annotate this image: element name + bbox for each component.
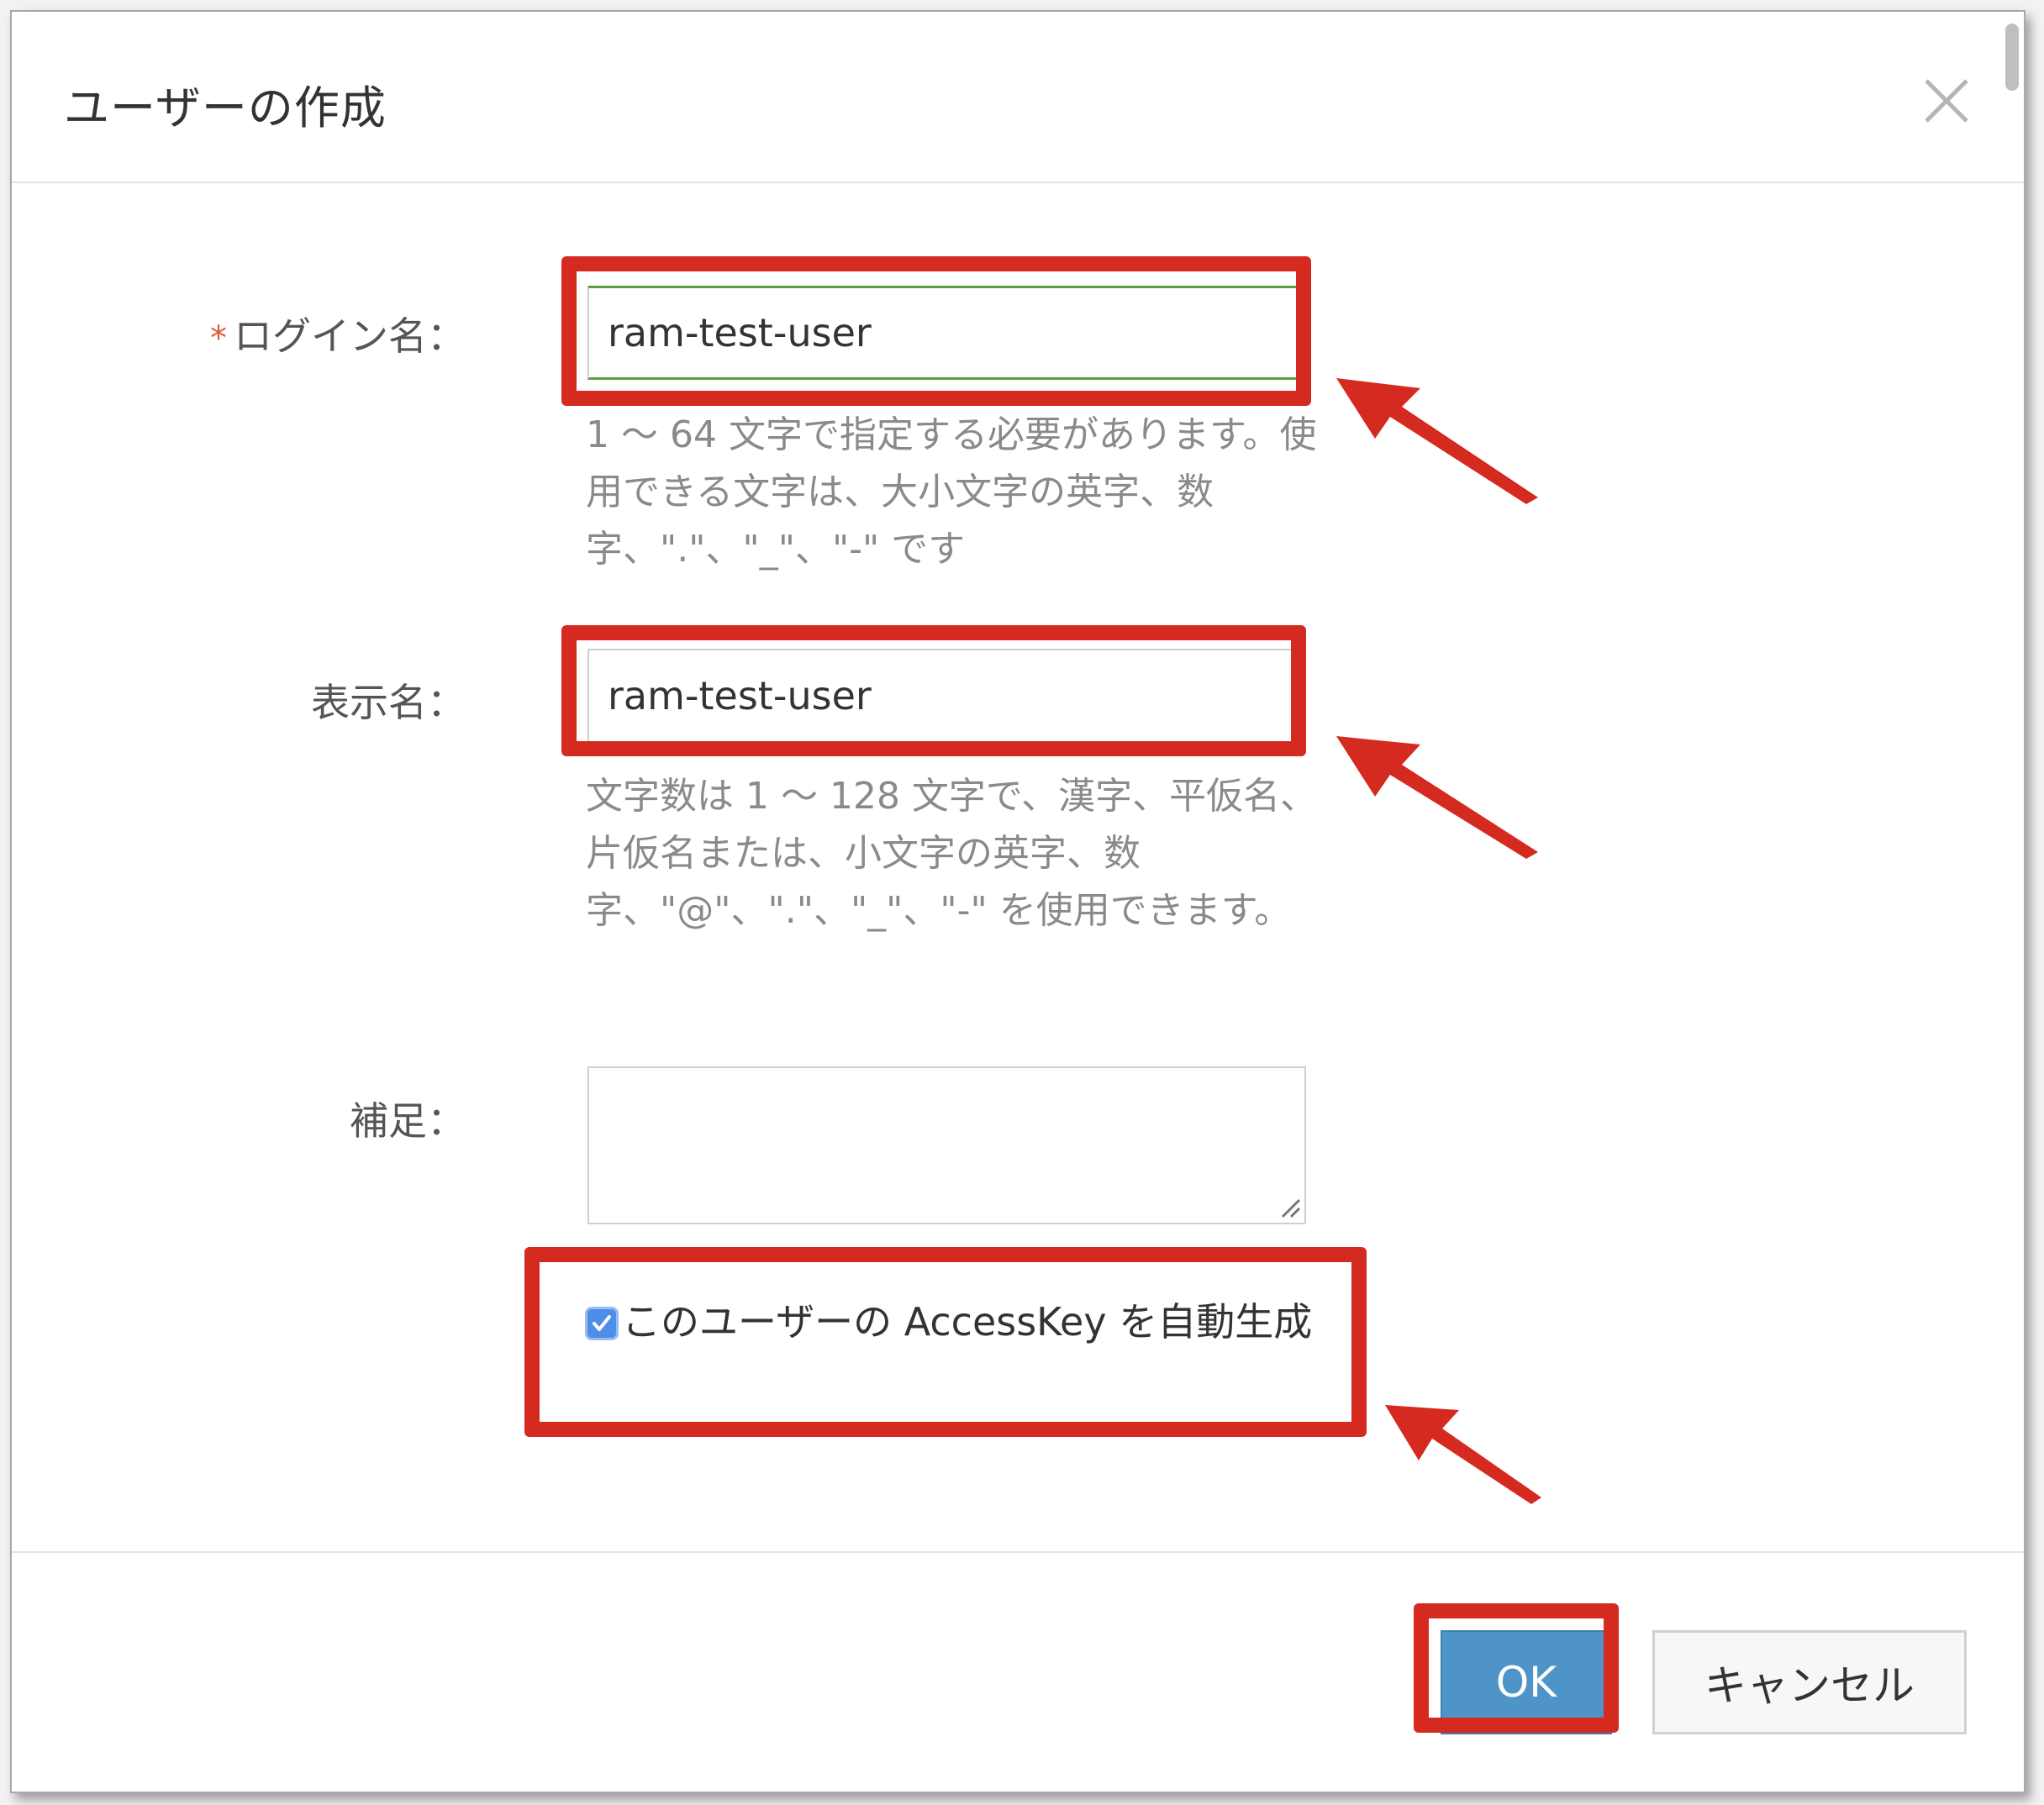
display-name-hint: 文字数は 1 ～ 128 文字で、漢字、平仮名、片仮名または、小文字の英字、数字… (586, 775, 1318, 932)
login-name-hint: 1 ～ 64 文字で指定する必要があります。使用できる文字は、大小文字の英字、数… (586, 413, 1317, 571)
required-mark: * (210, 319, 227, 358)
ok-button[interactable]: OK (1441, 1630, 1612, 1734)
display-name-input[interactable] (587, 649, 1306, 743)
login-name-label-text: ログイン名： (234, 313, 466, 359)
resize-grip-icon[interactable] (1279, 1197, 1301, 1218)
create-user-dialog: ユーザーの作成 *ログイン名： 1 ～ 64 文字で指定する必要があります。使用… (10, 10, 2026, 1793)
screenshot-stage: ユーザーの作成 *ログイン名： 1 ～ 64 文字で指定する必要があります。使用… (0, 0, 2044, 1805)
comment-textarea[interactable] (587, 1066, 1306, 1224)
dialog-title: ユーザーの作成 (64, 82, 387, 134)
display-name-label: 表示名： (311, 680, 466, 725)
login-name-input[interactable] (587, 286, 1306, 380)
access-key-label: このユーザーの AccessKey を自動生成 (622, 1299, 1313, 1345)
close-icon[interactable] (1921, 76, 1972, 126)
comment-label: 補足： (350, 1098, 466, 1144)
cancel-button[interactable]: キャンセル (1652, 1630, 1967, 1734)
dialog-header: ユーザーの作成 (12, 12, 2024, 183)
footer-divider (12, 1551, 2024, 1553)
login-name-label: * ログイン名： (62, 306, 466, 361)
access-key-checkbox[interactable] (585, 1307, 619, 1340)
access-key-option: このユーザーの AccessKey を自動生成 (585, 1293, 1325, 1350)
